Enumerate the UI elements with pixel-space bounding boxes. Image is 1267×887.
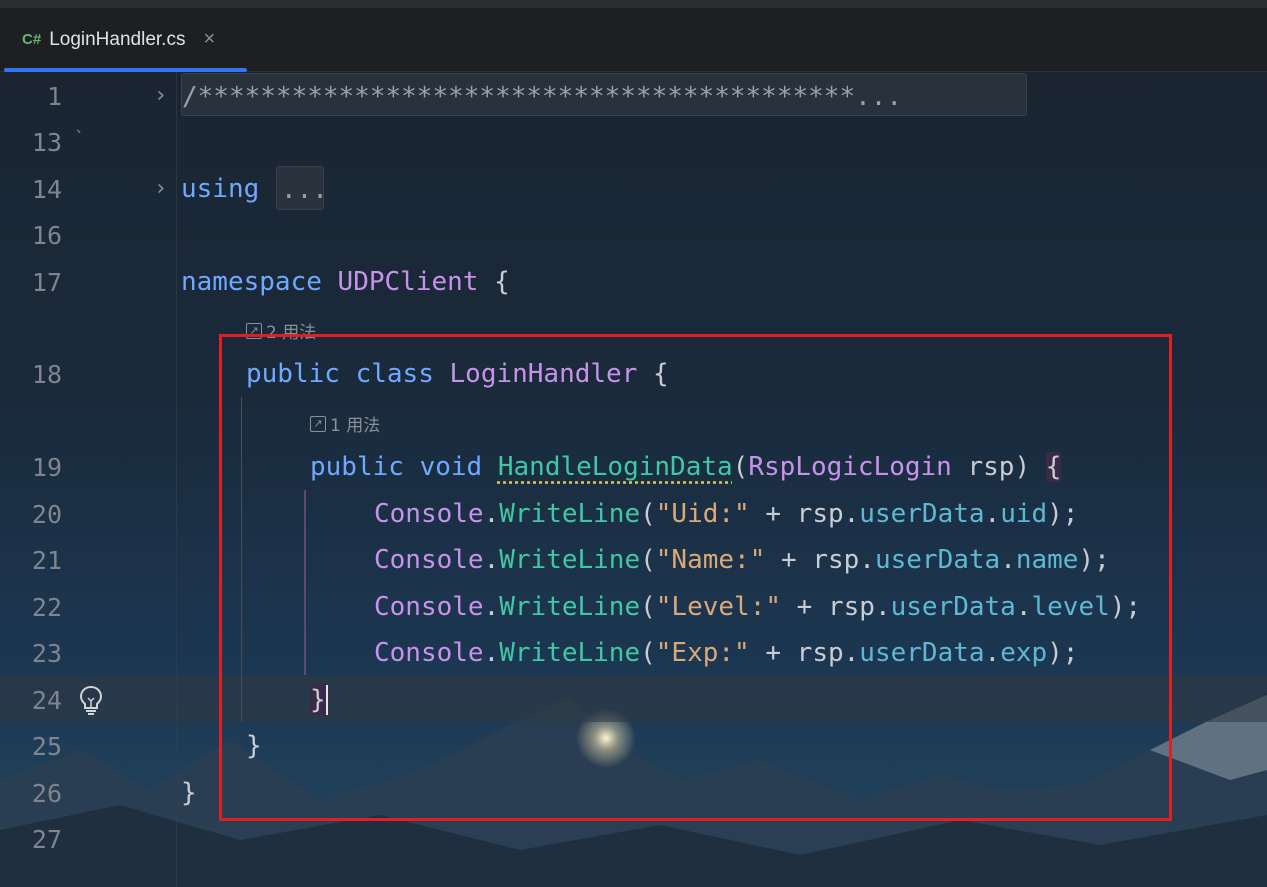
line-number: 23 <box>31 639 62 668</box>
line-number: 17 <box>31 268 62 297</box>
folded-usings[interactable]: ... <box>276 166 328 210</box>
code-line-namespace-close: } <box>181 778 197 808</box>
code-line-namespace: namespace UDPClient { <box>181 267 510 297</box>
keyword: namespace <box>181 267 322 297</box>
line-number: 22 <box>31 593 62 622</box>
line-number: 20 <box>31 500 62 529</box>
line-number: 16 <box>31 221 62 250</box>
code-line-using: using <box>181 174 259 204</box>
window-top-strip <box>0 0 1267 8</box>
line-number: 27 <box>31 825 62 854</box>
gutter-mark: ` <box>74 128 85 149</box>
close-tab-icon[interactable]: × <box>203 28 215 51</box>
line-number: 19 <box>31 453 62 482</box>
line-number: 24 <box>31 686 62 715</box>
tab-filename: LoginHandler.cs <box>49 28 186 50</box>
close-brace: } <box>181 778 197 808</box>
keyword: using <box>181 174 260 204</box>
line-number: 25 <box>31 732 62 761</box>
namespace-name: UDPClient <box>337 267 479 297</box>
open-brace: { <box>494 267 510 297</box>
folded-comment[interactable]: /***************************************… <box>181 73 1027 116</box>
line-number: 26 <box>31 779 62 808</box>
gutter-separator <box>176 72 177 887</box>
chevron-right-icon[interactable]: › <box>154 83 167 108</box>
lightbulb-icon[interactable] <box>78 684 104 716</box>
csharp-file-icon: C# <box>22 31 42 48</box>
line-number: 13 <box>31 128 62 157</box>
line-number: 18 <box>31 360 62 389</box>
chevron-right-icon[interactable]: › <box>154 176 167 201</box>
annotation-highlight-box <box>219 334 1172 821</box>
line-number: 1 <box>46 82 62 111</box>
line-number: 21 <box>31 546 62 575</box>
line-number: 14 <box>31 175 62 204</box>
tab-loginhandler[interactable]: C# LoginHandler.cs × <box>4 8 247 72</box>
editor-tab-bar: C# LoginHandler.cs × <box>0 8 1267 72</box>
